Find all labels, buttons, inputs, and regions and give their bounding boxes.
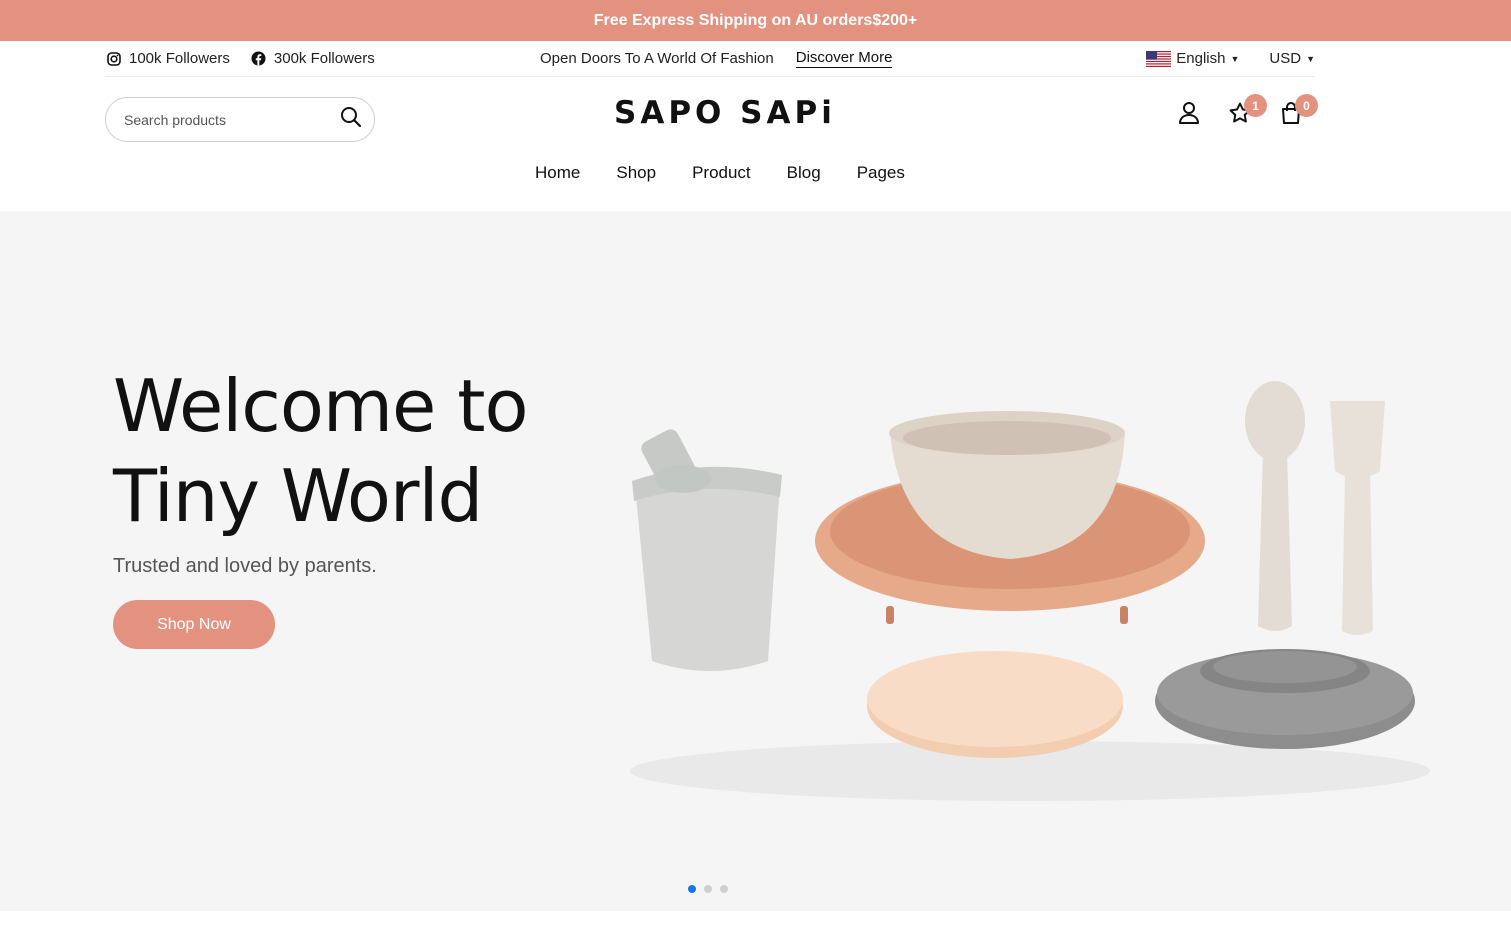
instagram-link[interactable]: 100k Followers — [105, 50, 230, 68]
shop-now-button[interactable]: Shop Now — [113, 600, 275, 649]
locale-options: English ▼ USD ▼ — [1146, 50, 1315, 67]
us-flag-icon — [1146, 50, 1172, 67]
instagram-followers: 100k Followers — [129, 50, 230, 67]
nav-blog[interactable]: Blog — [787, 163, 821, 183]
search-input[interactable] — [124, 111, 340, 128]
hero-title: Welcome to Tiny World — [113, 364, 529, 538]
wishlist-button[interactable]: 1 — [1227, 94, 1267, 130]
slider-pagination — [688, 885, 728, 893]
language-label: English — [1176, 50, 1226, 67]
announcement-bar: Free Express Shipping on AU orders$200+ — [0, 0, 1511, 41]
nav-home[interactable]: Home — [535, 163, 580, 183]
main-nav: Home Shop Product Blog Pages — [535, 163, 905, 183]
chevron-down-icon: ▼ — [1230, 53, 1240, 64]
wishlist-count-badge: 1 — [1244, 94, 1267, 117]
hero-subtitle: Trusted and loved by parents. — [113, 555, 377, 577]
cart-button[interactable]: 0 — [1278, 94, 1318, 130]
site-logo[interactable]: SAPO SAPi — [614, 95, 836, 131]
nav-pages[interactable]: Pages — [857, 163, 905, 183]
currency-selector[interactable]: USD ▼ — [1269, 50, 1315, 67]
top-bar: 100k Followers 300k Followers Open Doors… — [105, 41, 1315, 77]
header-icons: 1 0 — [1176, 94, 1318, 130]
search-box — [105, 97, 375, 142]
slide-dot[interactable] — [704, 885, 712, 893]
nav-product[interactable]: Product — [692, 163, 751, 183]
hero-slider: Welcome to Tiny World Trusted and loved … — [0, 211, 1511, 911]
facebook-icon — [250, 50, 268, 68]
account-button[interactable] — [1176, 100, 1202, 130]
chevron-down-icon: ▼ — [1306, 53, 1315, 64]
currency-label: USD — [1269, 50, 1302, 67]
discover-more-link[interactable]: Discover More — [795, 49, 893, 68]
user-icon — [1178, 101, 1200, 130]
search-icon[interactable] — [340, 106, 362, 133]
slide-dot[interactable] — [688, 885, 696, 893]
facebook-followers: 300k Followers — [273, 50, 375, 67]
promo-message: Open Doors To A World Of Fashion Discove… — [540, 49, 893, 68]
facebook-link[interactable]: 300k Followers — [250, 50, 375, 68]
language-selector[interactable]: English ▼ — [1146, 50, 1239, 67]
nav-shop[interactable]: Shop — [616, 163, 656, 183]
hero-product-image — [630, 381, 1430, 801]
promo-text: Open Doors To A World Of Fashion — [540, 50, 774, 67]
slide-dot[interactable] — [720, 885, 728, 893]
announcement-text: Free Express Shipping on AU orders$200+ — [593, 11, 918, 29]
instagram-icon — [105, 50, 123, 68]
cart-count-badge: 0 — [1295, 94, 1318, 117]
